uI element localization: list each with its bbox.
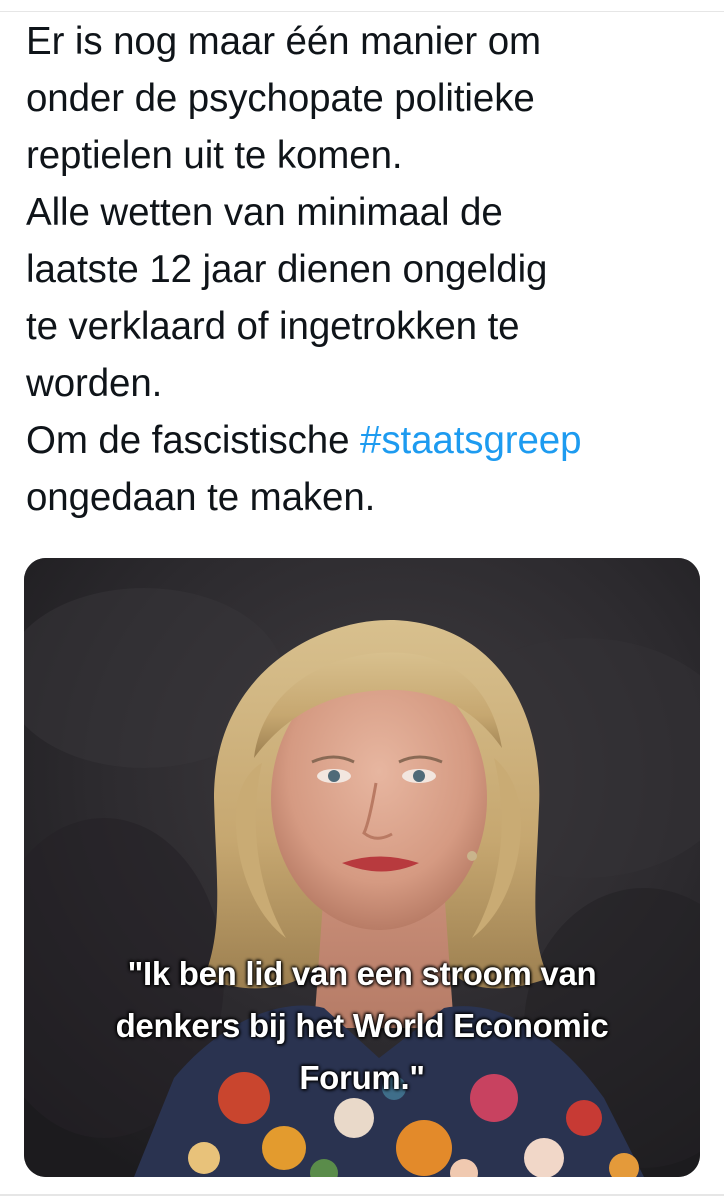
tweet-text-fragment: Om de fascistische: [26, 419, 361, 462]
tweet-line: onder de psychopate politieke: [26, 77, 535, 120]
caption-line: "Ik ben lid van een stroom van: [127, 955, 597, 992]
tweet-line: worden.: [26, 362, 163, 405]
tweet-line: ongedaan te maken.: [26, 476, 376, 519]
tweet-line: Alle wetten van minimaal de: [26, 191, 503, 234]
tweet-line-hashtag: Om de fascistische #staatsgreep: [26, 412, 706, 469]
bottom-divider: [0, 1194, 724, 1196]
caption-line: Forum.": [299, 1059, 425, 1096]
image-caption: "Ik ben lid van een stroom van denkers b…: [24, 948, 700, 1104]
tweet-line: Er is nog maar één manier om: [26, 20, 542, 63]
hashtag-link[interactable]: #staatsgreep: [360, 419, 582, 462]
caption-line: denkers bij het World Economic: [115, 1007, 609, 1044]
tweet-line: te verklaard of ingetrokken te: [26, 305, 520, 348]
tweet-text: Er is nog maar één manier om onder de ps…: [26, 13, 706, 526]
top-divider: [0, 11, 724, 12]
tweet-line: laatste 12 jaar dienen ongeldig: [26, 248, 548, 291]
tweet-image[interactable]: "Ik ben lid van een stroom van denkers b…: [24, 558, 700, 1177]
tweet-line: reptielen uit te komen.: [26, 134, 403, 177]
